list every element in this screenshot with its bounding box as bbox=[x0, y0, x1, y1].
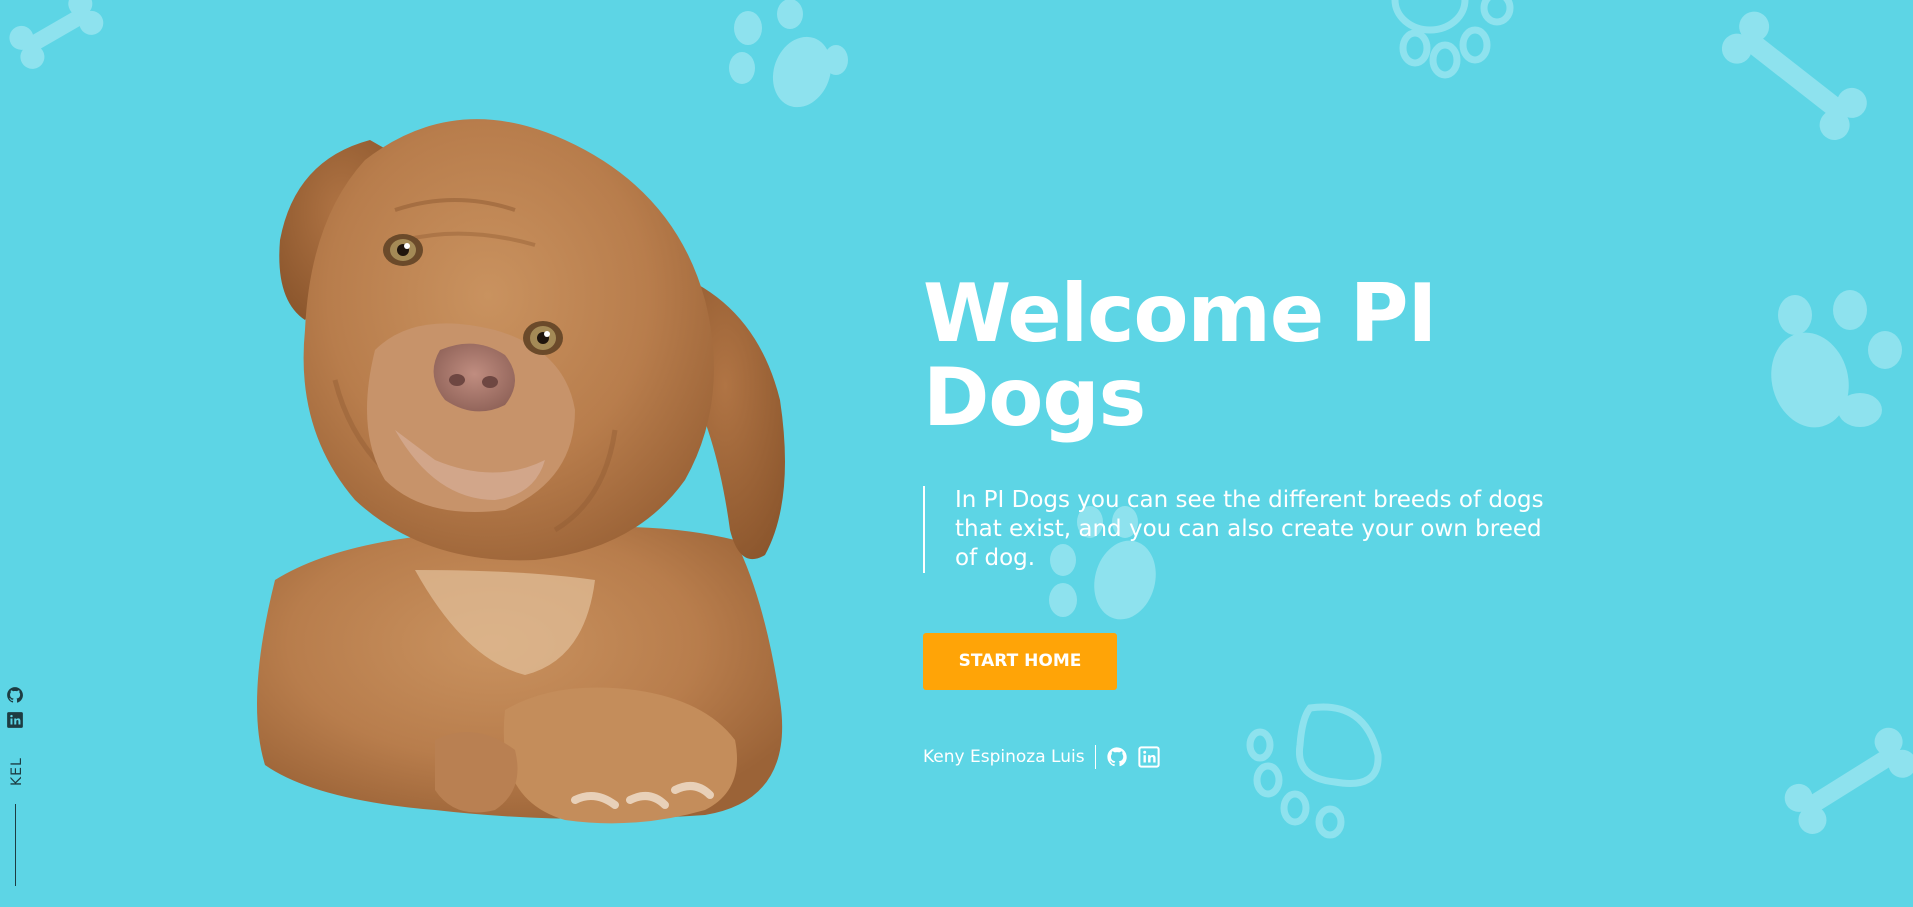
side-initials: KEL bbox=[9, 757, 25, 786]
divider bbox=[1094, 745, 1096, 769]
github-icon[interactable] bbox=[1106, 746, 1128, 768]
paw-icon bbox=[720, 0, 850, 115]
page-title: Welcome PI Dogs bbox=[923, 267, 1437, 444]
landing-page: Welcome PI Dogs In PI Dogs you can see t… bbox=[0, 0, 1913, 907]
bone-icon bbox=[1705, 0, 1885, 150]
author-credit: Keny Espinoza Luis bbox=[923, 745, 1683, 769]
hero-content: Welcome PI Dogs In PI Dogs you can see t… bbox=[923, 272, 1683, 769]
start-home-button[interactable]: START HOME bbox=[923, 633, 1117, 690]
side-divider-line bbox=[15, 804, 16, 886]
side-social-bar: KEL bbox=[6, 686, 28, 886]
linkedin-icon[interactable] bbox=[1137, 746, 1160, 768]
linkedin-icon[interactable] bbox=[6, 711, 24, 729]
paw-icon bbox=[1755, 290, 1913, 440]
bone-icon bbox=[1775, 720, 1913, 840]
puppy-image bbox=[235, 100, 825, 840]
bone-icon bbox=[0, 0, 110, 70]
author-name: Keny Espinoza Luis bbox=[923, 747, 1085, 767]
hero-description: In PI Dogs you can see the different bre… bbox=[923, 486, 1555, 573]
paw-outline-icon bbox=[1385, 0, 1525, 85]
github-icon[interactable] bbox=[6, 686, 24, 704]
